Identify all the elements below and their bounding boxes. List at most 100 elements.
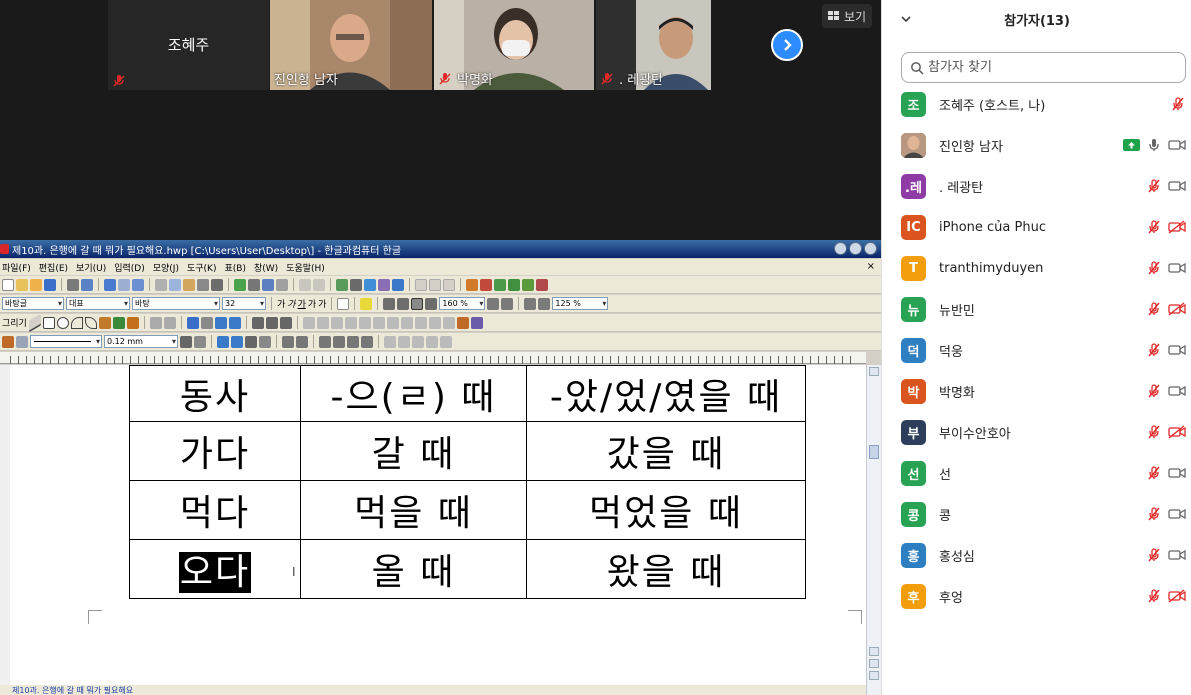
cut-icon[interactable] — [155, 278, 167, 291]
mic-muted-icon[interactable] — [1146, 301, 1162, 317]
textbox-tool-icon[interactable] — [112, 316, 125, 329]
endnote-icon[interactable] — [313, 278, 325, 291]
shadow-icon[interactable] — [372, 316, 385, 329]
cell-border-icon[interactable] — [245, 335, 257, 348]
video-camera-icon[interactable] — [1168, 138, 1186, 152]
align-objects-icon[interactable] — [330, 316, 343, 329]
video-tile-1[interactable]: 조혜주 — [108, 0, 269, 90]
hanja-icon[interactable] — [248, 278, 260, 291]
table-insert-icon[interactable] — [350, 278, 362, 291]
menu-tools[interactable]: 도구(K) — [187, 261, 217, 274]
video-camera-icon[interactable] — [1168, 384, 1186, 398]
mic-muted-icon[interactable] — [1170, 96, 1186, 112]
insert-row-icon[interactable] — [282, 335, 294, 348]
spell-check-icon[interactable] — [234, 278, 246, 291]
italic-button[interactable]: 가 — [287, 297, 295, 310]
font-color-button[interactable]: 가 — [318, 297, 326, 310]
ungroup-icon[interactable] — [316, 316, 329, 329]
bullet-icon[interactable] — [538, 297, 551, 310]
insert-col-icon[interactable] — [296, 335, 308, 348]
horizontal-ruler[interactable] — [0, 352, 866, 364]
participant-row[interactable]: 콩콩 — [882, 497, 1191, 531]
wrap-icon[interactable] — [400, 316, 413, 329]
pen-tool-icon[interactable] — [98, 316, 111, 329]
table-cell[interactable]: -았/었/였을 때 — [526, 365, 806, 422]
video-tile-3[interactable]: 박명화 — [434, 0, 594, 90]
redo-icon[interactable] — [118, 278, 130, 291]
preview-icon[interactable] — [81, 278, 93, 291]
table-cell[interactable]: 갈 때 — [300, 421, 527, 481]
ellipse-tool-icon[interactable] — [56, 316, 69, 329]
rectangle-tool-icon[interactable] — [42, 316, 55, 329]
cell-align-icon[interactable] — [231, 335, 243, 348]
bookmark-icon[interactable] — [466, 278, 478, 291]
menu-edit[interactable]: 편집(E) — [39, 261, 68, 274]
crop-icon[interactable] — [442, 316, 455, 329]
table-draw-icon[interactable] — [2, 335, 14, 348]
video-tile-2[interactable]: 진인항 남자 — [270, 0, 432, 90]
video-off-icon[interactable] — [1168, 302, 1186, 316]
table-calc-icon[interactable] — [412, 335, 424, 348]
line-type-combo[interactable] — [30, 335, 102, 348]
table-chart-icon[interactable] — [440, 335, 452, 348]
style-combo[interactable]: 바탕글 — [2, 297, 64, 310]
label-icon[interactable] — [508, 278, 520, 291]
line-width-combo[interactable]: 0.12 mm — [104, 335, 178, 348]
table-grid-icon[interactable] — [211, 278, 223, 291]
bring-front-icon[interactable] — [214, 316, 227, 329]
scroll-prev-page[interactable] — [869, 647, 879, 656]
participant-row[interactable]: Ttranthimyduyen — [882, 251, 1191, 285]
menu-window[interactable]: 창(W) — [254, 261, 278, 274]
mic-muted-icon[interactable] — [1146, 383, 1162, 399]
disabled-tool-icon[interactable] — [415, 278, 427, 291]
find-icon[interactable] — [132, 278, 144, 291]
mic-muted-icon[interactable] — [1146, 260, 1162, 276]
delete-row-icon[interactable] — [347, 335, 359, 348]
image-insert-icon[interactable] — [336, 278, 348, 291]
border-icon[interactable] — [194, 335, 206, 348]
table-erase-icon[interactable] — [16, 335, 28, 348]
delete-col-icon[interactable] — [361, 335, 373, 348]
zoom-combo[interactable]: 125 % — [552, 297, 609, 310]
table-cell[interactable]: 먹었을 때 — [526, 480, 806, 540]
open-icon[interactable] — [16, 278, 28, 291]
table-cell[interactable]: 가다 — [129, 421, 301, 481]
cell-width-icon[interactable] — [398, 335, 410, 348]
line-style-icon[interactable] — [251, 316, 264, 329]
table-cell[interactable]: 갔을 때 — [526, 421, 806, 481]
highlight-icon[interactable] — [360, 297, 373, 310]
vertical-scrollbar[interactable] — [866, 365, 881, 695]
mic-muted-icon[interactable] — [1146, 219, 1162, 235]
close-document-icon[interactable]: × — [867, 261, 875, 272]
participant-row[interactable]: 진인항 남자 — [882, 128, 1191, 162]
mic-muted-icon[interactable] — [1146, 547, 1162, 563]
mic-icon[interactable] — [1146, 137, 1162, 153]
menu-file[interactable]: 파일(F) — [2, 261, 31, 274]
memo-icon[interactable] — [276, 278, 288, 291]
participant-row[interactable]: 덕 덕웅 — [882, 333, 1191, 367]
search-input[interactable] — [928, 60, 1168, 75]
folder-icon[interactable] — [30, 278, 42, 291]
scroll-down-arrow[interactable] — [869, 671, 879, 680]
char-map-icon[interactable] — [262, 278, 274, 291]
new-doc-icon[interactable] — [2, 278, 14, 291]
char-shape-icon[interactable] — [337, 297, 350, 310]
participant-row[interactable]: 박 박명화 — [882, 374, 1191, 408]
save-icon[interactable] — [44, 278, 56, 291]
caption-icon[interactable] — [428, 316, 441, 329]
video-off-icon[interactable] — [1168, 220, 1186, 234]
align-center-icon[interactable] — [411, 297, 424, 310]
mic-muted-icon[interactable] — [1146, 424, 1162, 440]
participant-row[interactable]: 선선 — [882, 456, 1191, 490]
align-right-icon[interactable] — [425, 297, 438, 310]
participant-search[interactable] — [901, 52, 1186, 83]
share-screen-icon[interactable] — [1123, 139, 1140, 151]
outline-button[interactable]: 가 — [308, 297, 316, 310]
arc-tool-icon[interactable] — [70, 316, 83, 329]
menu-help[interactable]: 도움말(H) — [286, 261, 325, 274]
maximize-button[interactable] — [849, 242, 862, 255]
participant-row[interactable]: 후 후엉 — [882, 579, 1191, 613]
table-cell[interactable]: 먹다 — [129, 480, 301, 540]
disabled-tool-icon[interactable] — [429, 278, 441, 291]
line-color-icon[interactable] — [186, 316, 199, 329]
